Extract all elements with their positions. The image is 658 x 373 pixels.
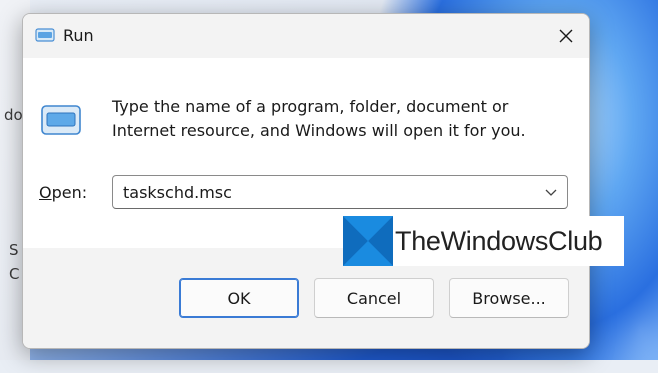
- cancel-button[interactable]: Cancel: [314, 278, 434, 318]
- dropdown-button[interactable]: [541, 182, 561, 202]
- run-icon: [40, 103, 82, 139]
- desktop-text-fragment: S: [9, 241, 19, 259]
- title-bar[interactable]: Run: [23, 14, 589, 58]
- open-label: Open:: [39, 183, 87, 202]
- watermark-text: TheWindowsClub: [395, 225, 603, 256]
- open-combobox[interactable]: taskschd.msc: [112, 175, 568, 209]
- close-button[interactable]: [543, 14, 589, 58]
- window-title: Run: [63, 26, 94, 45]
- desktop-text-fragment: C: [9, 265, 20, 283]
- taskbar: [0, 360, 658, 373]
- run-dialog: Run Type the name of a program, folder, …: [22, 13, 590, 349]
- run-app-icon: [35, 27, 55, 43]
- watermark: TheWindowsClub: [343, 216, 624, 266]
- open-label-accesskey: O: [39, 183, 52, 202]
- dialog-description: Type the name of a program, folder, docu…: [112, 97, 526, 140]
- watermark-logo-icon: [343, 216, 393, 266]
- browse-button[interactable]: Browse...: [449, 278, 569, 318]
- chevron-down-icon: [545, 189, 557, 196]
- open-input[interactable]: taskschd.msc: [123, 183, 232, 202]
- close-icon: [559, 29, 573, 43]
- desktop-text-fragment: do: [4, 106, 23, 124]
- ok-button[interactable]: OK: [179, 278, 299, 318]
- open-label-text: pen:: [51, 183, 88, 202]
